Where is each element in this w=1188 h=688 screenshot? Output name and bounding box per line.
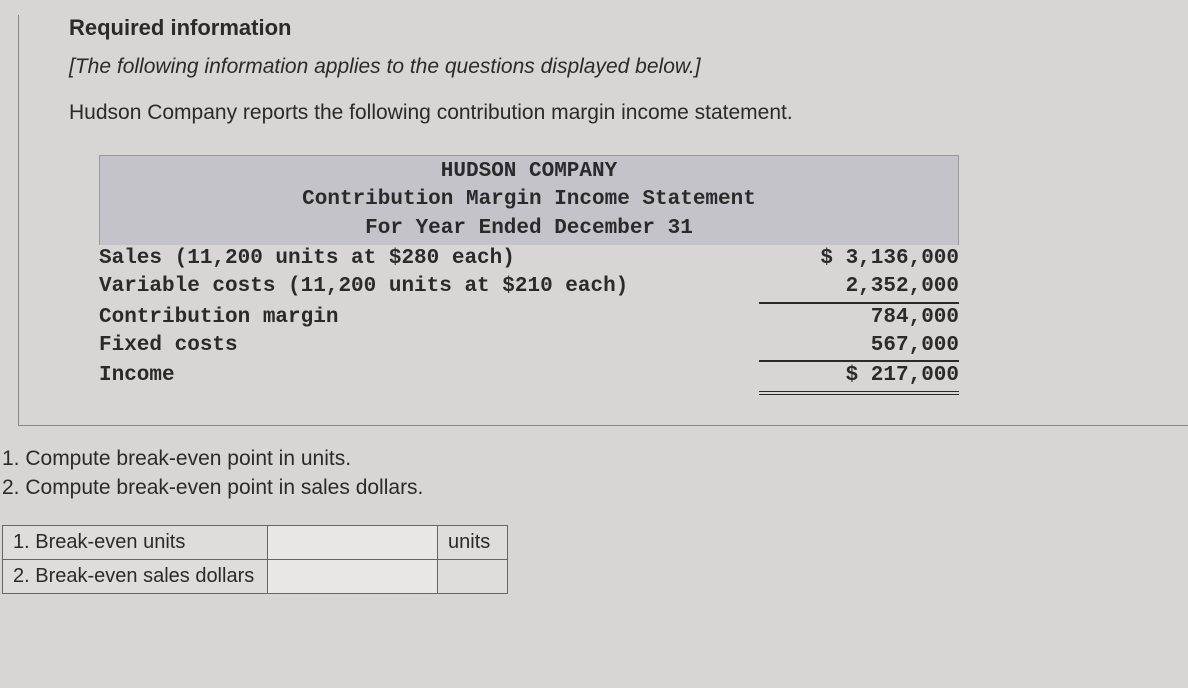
- row-sales: Sales (11,200 units at $280 each) $ 3,13…: [99, 245, 959, 273]
- context-note: [The following information applies to th…: [69, 55, 1138, 79]
- problem-container: Required information [The following info…: [18, 15, 1188, 426]
- answer-unit-dollars: [438, 559, 508, 593]
- row-variable-costs: Variable costs (11,200 units at $210 eac…: [99, 273, 959, 303]
- required-heading: Required information: [69, 15, 1138, 41]
- income-statement: HUDSON COMPANY Contribution Margin Incom…: [99, 155, 959, 395]
- row-income: Income $ 217,000: [99, 362, 959, 394]
- answer-label-units: 1. Break-even units: [3, 525, 268, 559]
- answer-label-dollars: 2. Break-even sales dollars: [3, 559, 268, 593]
- break-even-units-input[interactable]: [278, 532, 427, 554]
- statement-period: For Year Ended December 31: [100, 215, 958, 243]
- statement-header: HUDSON COMPANY Contribution Margin Incom…: [99, 155, 959, 245]
- answer-row-1: 1. Break-even units units: [3, 525, 508, 559]
- question-1: 1. Compute break-even point in units.: [2, 444, 1188, 473]
- questions-block: 1. Compute break-even point in units. 2.…: [0, 444, 1188, 503]
- break-even-dollars-input[interactable]: [278, 566, 427, 588]
- statement-title: Contribution Margin Income Statement: [100, 186, 958, 214]
- answer-unit-units: units: [438, 525, 508, 559]
- answer-input-cell-dollars: [268, 559, 438, 593]
- intro-text: Hudson Company reports the following con…: [69, 101, 1138, 125]
- answer-row-2: 2. Break-even sales dollars: [3, 559, 508, 593]
- answer-table: 1. Break-even units units 2. Break-even …: [2, 525, 508, 594]
- question-2: 2. Compute break-even point in sales dol…: [2, 473, 1188, 502]
- answer-input-cell-units: [268, 525, 438, 559]
- row-fixed-costs: Fixed costs 567,000: [99, 332, 959, 362]
- statement-body: Sales (11,200 units at $280 each) $ 3,13…: [99, 245, 959, 395]
- row-contribution-margin: Contribution margin 784,000: [99, 304, 959, 332]
- company-name: HUDSON COMPANY: [100, 158, 958, 186]
